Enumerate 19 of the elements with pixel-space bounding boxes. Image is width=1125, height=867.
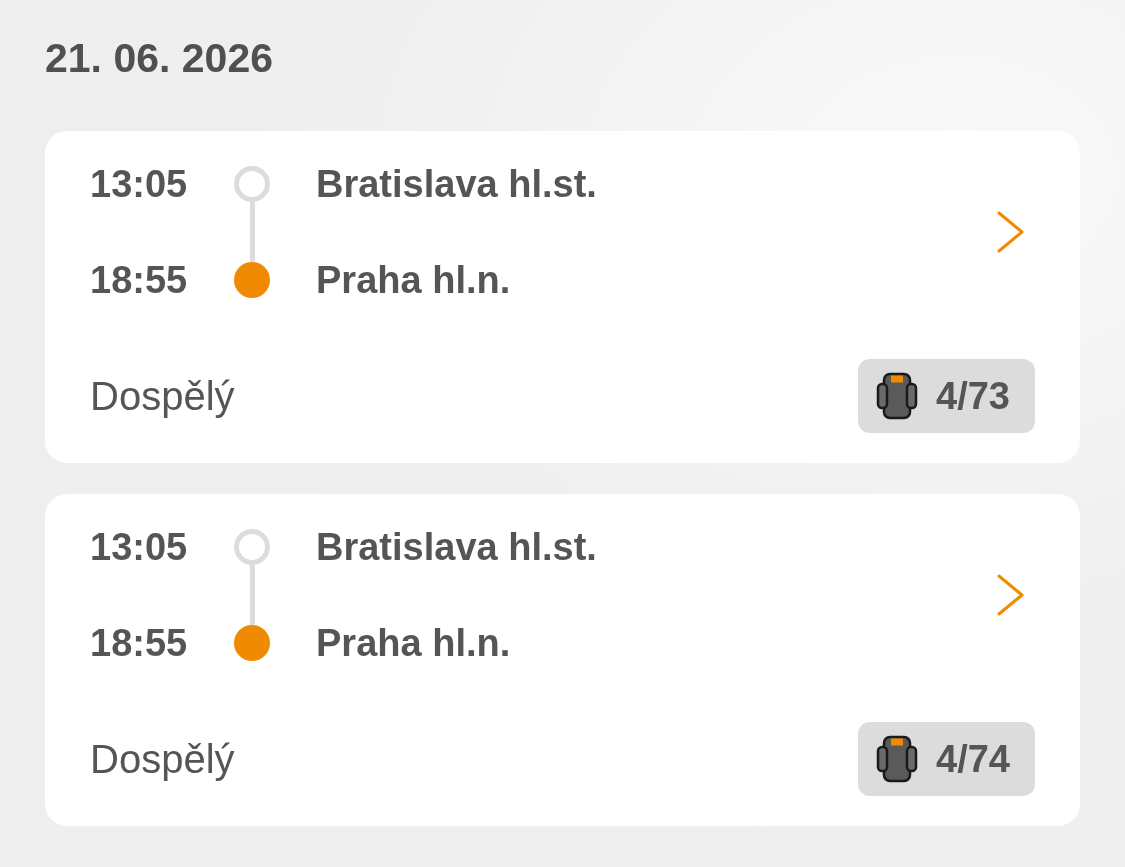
station-name: Bratislava hl.st. [316, 162, 598, 207]
station-name: Praha hl.n. [316, 621, 512, 666]
departure-time: 13:05 [90, 162, 189, 207]
arrival-time: 18:55 [90, 621, 189, 666]
passenger-type: Dospělý [90, 373, 235, 420]
trip-card[interactable]: 13:05 Bratislava hl.st. 18:55 Praha hl.n. Dospělý 4/74 [45, 494, 1080, 826]
station-name: Praha hl.n. [316, 258, 512, 303]
date-heading: 21. 06. 2026 [45, 34, 274, 82]
chevron-right-icon [997, 574, 1025, 616]
arrival-time: 18:55 [90, 258, 189, 303]
seat-count: 4/73 [936, 374, 1010, 419]
departure-time: 13:05 [90, 525, 189, 570]
chevron-right-icon [997, 211, 1025, 253]
seat-icon [876, 735, 919, 783]
seat-count: 4/74 [936, 737, 1010, 782]
station-name: Bratislava hl.st. [316, 525, 598, 570]
trip-card[interactable]: 13:05 Bratislava hl.st. 18:55 Praha hl.n. Dospělý 4/73 [45, 131, 1080, 463]
passenger-type: Dospělý [90, 736, 235, 783]
seat-icon [876, 372, 919, 420]
